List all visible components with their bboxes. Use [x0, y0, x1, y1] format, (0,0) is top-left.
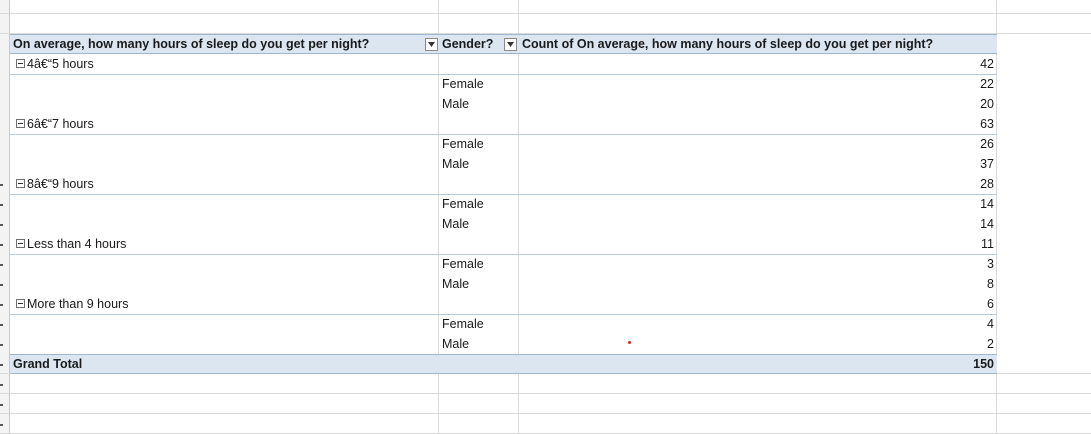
gender-label[interactable]: Male	[442, 154, 469, 174]
group-separator	[10, 254, 997, 255]
group-separator	[10, 74, 997, 75]
value-field-header[interactable]: Count of On average, how many hours of s…	[522, 34, 933, 54]
group-total[interactable]: 6	[870, 294, 994, 314]
gender-label[interactable]: Male	[442, 274, 469, 294]
group-label: 4â€“5 hours	[27, 57, 94, 71]
group-total[interactable]: 28	[870, 174, 994, 194]
gender-label[interactable]: Female	[442, 314, 484, 334]
count-value[interactable]: 3	[870, 254, 994, 274]
count-value[interactable]: 14	[870, 214, 994, 234]
row-number-fragment	[0, 304, 3, 306]
group-total[interactable]: 63	[870, 114, 994, 134]
group-row-label[interactable]: Less than 4 hours	[16, 234, 126, 254]
count-value[interactable]: 2	[870, 334, 994, 354]
gender-label[interactable]: Male	[442, 94, 469, 114]
gridline	[0, 413, 1091, 414]
marker-dot	[628, 341, 631, 344]
grand-total-label[interactable]: Grand Total	[13, 354, 82, 374]
count-value[interactable]: 26	[870, 134, 994, 154]
chevron-down-icon[interactable]	[425, 38, 438, 51]
group-label: Less than 4 hours	[27, 237, 127, 251]
row-number-fragment	[0, 424, 3, 426]
minus-box-icon[interactable]	[16, 239, 25, 249]
gender-label[interactable]: Female	[442, 254, 484, 274]
row-number-fragment	[0, 404, 3, 406]
row-number-fragment	[0, 344, 3, 346]
count-value[interactable]: 8	[870, 274, 994, 294]
gender-label[interactable]: Female	[442, 194, 484, 214]
row-number-fragment	[0, 224, 3, 226]
gender-label[interactable]: Male	[442, 214, 469, 234]
count-value[interactable]: 4	[870, 314, 994, 334]
row-number-fragment	[0, 324, 3, 326]
group-separator	[10, 314, 997, 315]
group-row-label[interactable]: 6â€“7 hours	[16, 114, 94, 134]
chevron-down-icon[interactable]	[504, 38, 517, 51]
grand-total-row	[10, 354, 997, 374]
row-number-fragment	[0, 284, 3, 286]
gender-label[interactable]: Female	[442, 74, 484, 94]
row-number-fragment	[0, 244, 3, 246]
minus-box-icon[interactable]	[16, 59, 25, 69]
row-number-fragment	[0, 204, 3, 206]
group-label: 6â€“7 hours	[27, 117, 94, 131]
gridline	[0, 13, 1091, 14]
row-header-strip	[0, 0, 10, 434]
group-label: More than 9 hours	[27, 297, 129, 311]
row-number-fragment	[0, 264, 3, 266]
row-number-fragment	[0, 184, 3, 186]
gridline	[0, 393, 1091, 394]
count-value[interactable]: 22	[870, 74, 994, 94]
row-number-fragment	[0, 384, 3, 386]
grand-total-value[interactable]: 150	[870, 354, 994, 374]
group-separator	[10, 134, 997, 135]
gender-label[interactable]: Male	[442, 334, 469, 354]
group-label: 8â€“9 hours	[27, 177, 94, 191]
minus-box-icon[interactable]	[16, 179, 25, 189]
count-value[interactable]: 14	[870, 194, 994, 214]
group-row-label[interactable]: More than 9 hours	[16, 294, 128, 314]
count-value[interactable]: 37	[870, 154, 994, 174]
row-field-header[interactable]: On average, how many hours of sleep do y…	[13, 34, 369, 54]
column-field-header[interactable]: Gender?	[442, 34, 493, 54]
group-row-label[interactable]: 8â€“9 hours	[16, 174, 94, 194]
gender-label[interactable]: Female	[442, 134, 484, 154]
minus-box-icon[interactable]	[16, 119, 25, 129]
minus-box-icon[interactable]	[16, 299, 25, 309]
group-total[interactable]: 11	[870, 234, 994, 254]
count-value[interactable]: 20	[870, 94, 994, 114]
row-number-fragment	[0, 364, 3, 366]
group-total[interactable]: 42	[870, 54, 994, 74]
group-separator	[10, 194, 997, 195]
group-row-label[interactable]: 4â€“5 hours	[16, 54, 94, 74]
